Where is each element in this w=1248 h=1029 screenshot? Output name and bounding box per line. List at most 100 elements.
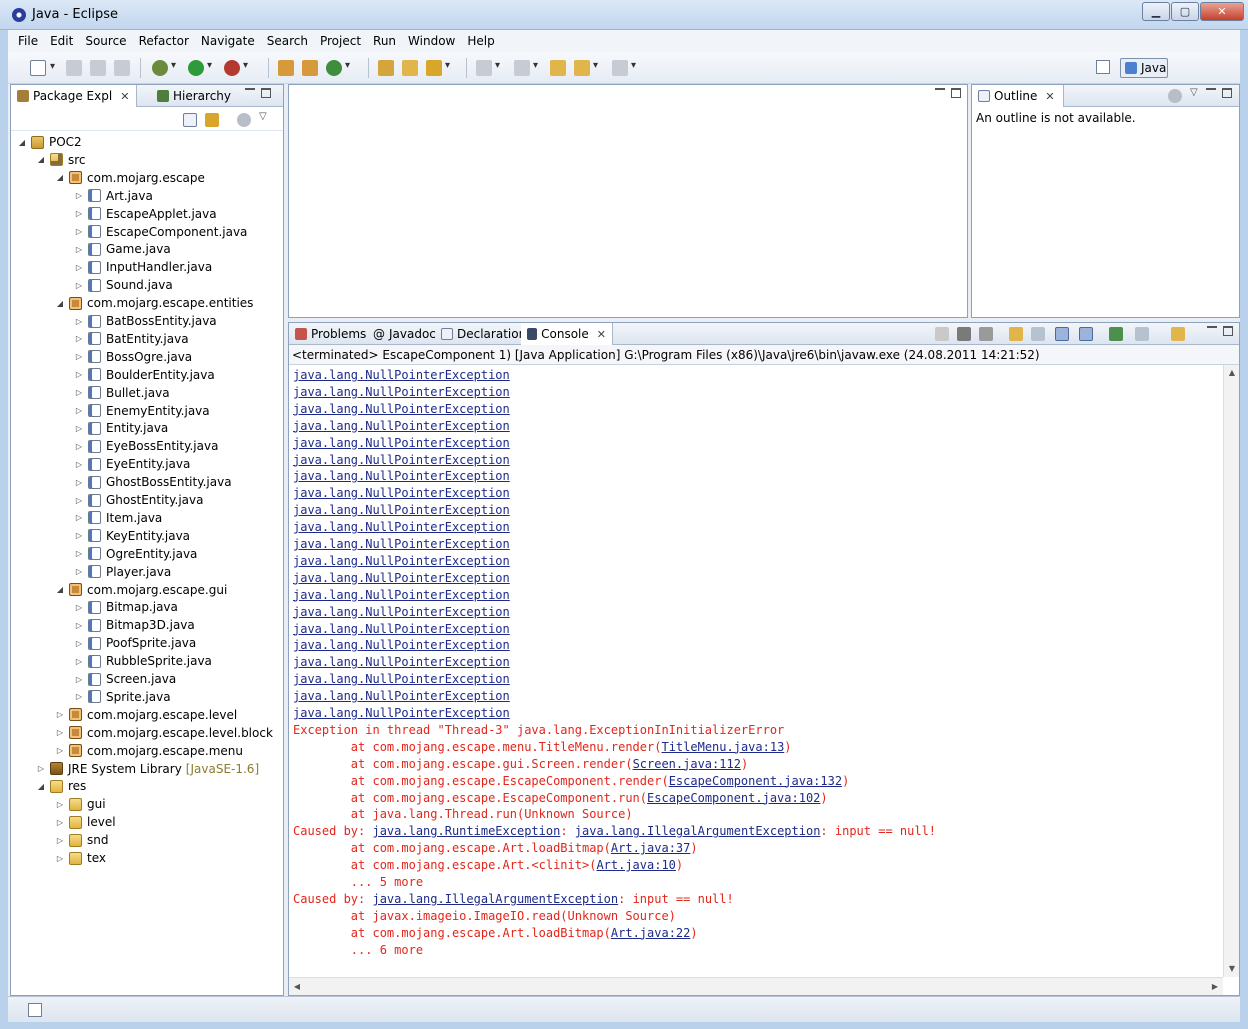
last-edit-icon[interactable] [550,60,566,76]
tree-item[interactable]: ▷ InputHandler.java [74,258,212,276]
clear-console-icon[interactable] [1009,327,1023,341]
scroll-up-icon[interactable]: ▲ [1224,365,1240,381]
expand-arrow-icon[interactable]: ▷ [74,603,84,612]
expand-arrow-icon[interactable]: ▷ [74,513,84,522]
view-menu-icon[interactable]: ▽ [259,111,267,122]
tree-item[interactable]: ▷ BossOgre.java [74,348,192,366]
save-all-icon[interactable] [90,60,106,76]
expand-arrow-icon[interactable]: ▷ [74,621,84,630]
scroll-right-icon[interactable]: ▶ [1207,978,1223,996]
tree-item[interactable]: ▷ Bullet.java [74,384,170,402]
close-icon[interactable]: ✕ [1045,90,1054,103]
console-link[interactable]: java.lang.NullPointerException [293,622,510,636]
expand-arrow-icon[interactable]: ▷ [74,406,84,415]
minimize-button[interactable]: ▁ [1142,2,1170,21]
expand-arrow-icon[interactable]: ▷ [74,478,84,487]
tree-item[interactable]: ▷ Sound.java [74,276,173,294]
tab-problems[interactable]: Problems [289,323,372,345]
console-vertical-scrollbar[interactable]: ▲ ▼ [1223,365,1239,977]
expand-arrow-icon[interactable]: ▷ [74,460,84,469]
tree-item[interactable]: ◢ POC2 [17,133,82,151]
menu-refactor[interactable]: Refactor [133,34,195,48]
expand-arrow-icon[interactable]: ▷ [55,746,65,755]
tree-item[interactable]: ▷ Player.java [74,563,171,581]
tree-item[interactable]: ▷ BatBossEntity.java [74,312,217,330]
expand-arrow-icon[interactable]: ▷ [74,352,84,361]
console-link[interactable]: java.lang.NullPointerException [293,638,510,652]
tree-item[interactable]: ▷ Bitmap3D.java [74,616,195,634]
search-icon[interactable] [426,60,450,76]
expand-arrow-icon[interactable]: ▷ [74,245,84,254]
expand-arrow-icon[interactable]: ▷ [74,496,84,505]
expand-arrow-icon[interactable]: ▷ [74,317,84,326]
expand-arrow-icon[interactable]: ▷ [55,854,65,863]
maximize-editor-icon[interactable] [951,88,961,98]
tree-item[interactable]: ▷ OgreEntity.java [74,545,197,563]
console-link[interactable]: java.lang.IllegalArgumentException [372,892,618,906]
tree-item[interactable]: ▷ EyeBossEntity.java [74,437,219,455]
collapse-arrow-icon[interactable]: ◢ [17,138,27,147]
menu-source[interactable]: Source [79,34,132,48]
console-link[interactable]: java.lang.NullPointerException [293,419,510,433]
tree-item[interactable]: ◢ src [36,151,86,169]
tree-item[interactable]: ◢ com.mojarg.escape.entities [55,294,254,312]
terminate-icon[interactable] [935,327,949,341]
tree-item[interactable]: ▷ EscapeComponent.java [74,223,248,241]
close-icon[interactable]: ✕ [120,90,129,103]
expand-arrow-icon[interactable]: ▷ [74,567,84,576]
scroll-down-icon[interactable]: ▼ [1224,961,1240,977]
expand-arrow-icon[interactable]: ▷ [36,764,46,773]
maximize-view-icon[interactable] [1223,326,1233,336]
tree-item[interactable]: ▷ level [55,813,116,831]
console-link[interactable]: java.lang.RuntimeException [372,824,560,838]
console-link[interactable]: java.lang.NullPointerException [293,402,510,416]
console-link[interactable]: Art.java:22 [611,926,690,940]
tree-item[interactable]: ◢ com.mojarg.escape.gui [55,581,227,599]
pin-console-icon[interactable] [1109,327,1123,341]
expand-arrow-icon[interactable]: ▷ [74,227,84,236]
new-java-project-icon[interactable] [278,60,294,76]
debug-icon[interactable] [152,60,176,76]
menu-file[interactable]: File [12,34,44,48]
tree-item[interactable]: ▷ Bitmap.java [74,598,178,616]
expand-arrow-icon[interactable]: ▷ [55,836,65,845]
tree-item[interactable]: ▷ BoulderEntity.java [74,366,215,384]
print-icon[interactable] [114,60,130,76]
expand-arrow-icon[interactable]: ▷ [55,818,65,827]
maximize-view-icon[interactable] [261,88,271,98]
tree-item[interactable]: ▷ com.mojarg.escape.level.block [55,724,273,742]
tree-item[interactable]: ▷ GhostEntity.java [74,491,204,509]
expand-arrow-icon[interactable]: ▷ [74,675,84,684]
tab-hierarchy[interactable]: Hierarchy [151,85,237,107]
tree-item[interactable]: ▷ com.mojarg.escape.level [55,706,237,724]
close-button[interactable]: ✕ [1200,2,1244,21]
console-link[interactable]: java.lang.NullPointerException [293,469,510,483]
expand-arrow-icon[interactable]: ▷ [74,549,84,558]
tree-item[interactable]: ▷ PoofSprite.java [74,634,196,652]
console-link[interactable]: java.lang.NullPointerException [293,436,510,450]
expand-arrow-icon[interactable]: ▷ [74,531,84,540]
new-package-icon[interactable] [302,60,318,76]
console-link[interactable]: java.lang.NullPointerException [293,655,510,669]
collapse-arrow-icon[interactable]: ◢ [36,155,46,164]
console-link[interactable]: java.lang.NullPointerException [293,689,510,703]
expand-arrow-icon[interactable]: ▷ [74,370,84,379]
save-icon[interactable] [66,60,82,76]
console-link[interactable]: TitleMenu.java:13 [661,740,784,754]
maximize-button[interactable]: ▢ [1171,2,1199,21]
expand-arrow-icon[interactable]: ▷ [74,639,84,648]
console-link[interactable]: java.lang.NullPointerException [293,706,510,720]
tree-item[interactable]: ▷ JRE System Library [JavaSE-1.6] [36,760,259,778]
tree-item[interactable]: ▷ snd [55,831,109,849]
open-folder-icon[interactable] [402,60,418,76]
console-horizontal-scrollbar[interactable]: ◀ ▶ [289,977,1223,995]
show-console-stderr-icon[interactable] [1079,327,1093,341]
tree-item[interactable]: ▷ com.mojarg.escape.menu [55,742,243,760]
display-selected-console-icon[interactable] [1135,327,1149,341]
console-link[interactable]: java.lang.NullPointerException [293,503,510,517]
tree-item[interactable]: ◢ com.mojarg.escape [55,169,205,187]
tree-item[interactable]: ▷ EyeEntity.java [74,455,190,473]
console-link[interactable]: java.lang.NullPointerException [293,368,510,382]
expand-arrow-icon[interactable]: ▷ [74,263,84,272]
console-link[interactable]: EscapeComponent.java:102 [647,791,820,805]
